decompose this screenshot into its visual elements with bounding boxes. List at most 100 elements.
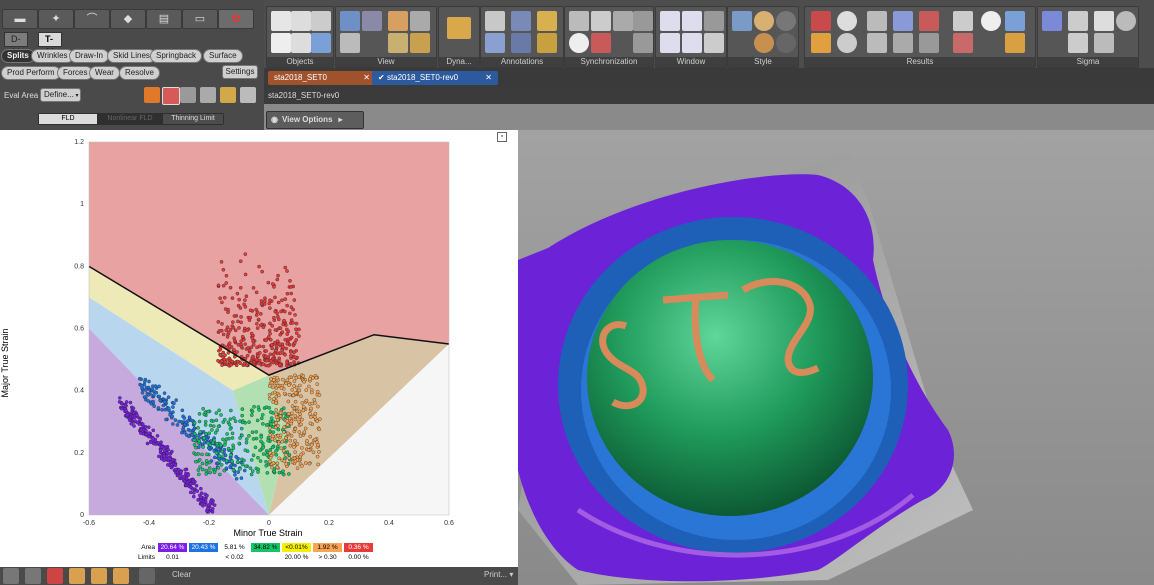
style-icon[interactable] <box>732 11 752 31</box>
view-icon[interactable] <box>388 11 408 31</box>
strain-map-icon[interactable] <box>162 87 180 105</box>
results-icon[interactable] <box>893 33 913 53</box>
window-icon[interactable] <box>660 33 680 53</box>
mode-fld[interactable]: FLD <box>39 114 97 124</box>
object-icon[interactable] <box>291 11 311 31</box>
doc-tab-set0[interactable]: sta2018_SET0 ✕ <box>268 71 376 85</box>
tab-d20[interactable]: D-20 <box>4 32 29 57</box>
results-icon[interactable] <box>919 11 939 31</box>
settings-icon[interactable]: ✿ <box>218 9 254 29</box>
results-icon[interactable] <box>811 11 831 31</box>
measure-icon[interactable] <box>180 87 196 103</box>
results-icon[interactable] <box>953 11 973 31</box>
category-wrinkles[interactable]: Wrinkles <box>31 49 74 63</box>
record-icon[interactable] <box>47 568 63 584</box>
results-icon[interactable] <box>893 11 913 31</box>
link-icon[interactable] <box>633 11 653 31</box>
mode-nonlinear-fld[interactable]: Nonlinear FLD <box>100 114 160 124</box>
eval-area-dropdown[interactable]: Define... ▾ <box>40 88 81 102</box>
sphere-icon[interactable] <box>754 11 774 31</box>
zoom-icon[interactable] <box>3 568 19 584</box>
object-icon[interactable] <box>311 11 331 31</box>
window-icon[interactable] <box>682 11 702 31</box>
annotation-icon[interactable] <box>537 33 557 53</box>
results-icon[interactable] <box>837 33 857 53</box>
doc-tab-set0-rev0[interactable]: ✔ sta2018_SET0-rev0 ✕ <box>372 71 498 85</box>
object-icon[interactable] <box>271 11 291 31</box>
results-icon[interactable] <box>867 33 887 53</box>
window-icon[interactable] <box>704 33 724 53</box>
play-icon[interactable] <box>1094 11 1114 31</box>
category-draw-in[interactable]: Draw-In <box>69 49 110 63</box>
sync-icon[interactable] <box>569 11 589 31</box>
category-splits[interactable]: Splits <box>1 49 35 63</box>
monitor-icon[interactable]: ▭ <box>182 9 218 29</box>
sigma-icon[interactable] <box>1068 33 1088 53</box>
home-icon[interactable]: ▬ <box>2 9 38 29</box>
select-icon[interactable] <box>91 568 107 584</box>
sphere-icon[interactable] <box>754 33 774 53</box>
print-button[interactable]: Print... ▾ <box>484 570 513 579</box>
category-skid-lines[interactable]: Skid Lines <box>107 49 156 63</box>
window-icon[interactable] <box>682 33 702 53</box>
style-icon[interactable] <box>776 11 796 31</box>
clear-button[interactable]: Clear <box>172 570 191 579</box>
diamond-icon[interactable]: ◆ <box>110 9 146 29</box>
3d-viewport[interactable] <box>518 130 1154 585</box>
view-icon[interactable] <box>388 33 408 53</box>
category-wear[interactable]: Wear <box>89 66 120 80</box>
sync-icon[interactable] <box>591 33 611 53</box>
annotation-icon[interactable] <box>511 33 531 53</box>
export-icon[interactable] <box>200 87 216 103</box>
settings-button[interactable]: Settings <box>222 65 258 79</box>
results-icon[interactable] <box>1005 11 1025 31</box>
annotation-icon[interactable] <box>485 33 505 53</box>
annotation-icon[interactable] <box>537 11 557 31</box>
tab-t30[interactable]: T-30 <box>38 32 63 57</box>
view-icon[interactable] <box>410 11 430 31</box>
results-icon[interactable] <box>981 11 1001 31</box>
results-icon[interactable] <box>1005 33 1025 53</box>
wave-icon[interactable]: ⌒ <box>74 9 110 29</box>
view-icon[interactable] <box>410 33 430 53</box>
sync-icon[interactable] <box>613 11 633 31</box>
mode-thinning-limit[interactable]: Thinning Limit <box>163 114 223 124</box>
sync-icon[interactable] <box>591 11 611 31</box>
3d-model[interactable] <box>518 130 1154 585</box>
category-resolve[interactable]: Resolve <box>119 66 160 80</box>
close-icon[interactable]: ✕ <box>363 71 370 85</box>
category-forces[interactable]: Forces <box>57 66 94 80</box>
pick-icon[interactable] <box>69 568 85 584</box>
dyna-icon[interactable] <box>447 17 471 39</box>
view-icon[interactable] <box>340 33 360 53</box>
fld-icon[interactable] <box>144 87 160 103</box>
view-options-button[interactable]: ◉ View Options ▸ <box>266 111 364 129</box>
view-icon[interactable] <box>362 11 382 31</box>
style-icon[interactable] <box>776 33 796 53</box>
object-icon[interactable] <box>271 33 291 53</box>
sigma-icon[interactable] <box>1116 11 1136 31</box>
view-icon[interactable] <box>340 11 360 31</box>
probe-icon[interactable] <box>220 87 236 103</box>
table-icon[interactable]: ▤ <box>146 9 182 29</box>
annotation-icon[interactable] <box>485 11 505 31</box>
filter-icon[interactable] <box>240 87 256 103</box>
tools-icon[interactable]: ✦ <box>38 9 74 29</box>
brush-icon[interactable] <box>113 568 129 584</box>
annotation-icon[interactable] <box>511 11 531 31</box>
category-prod-perform[interactable]: Prod Perform <box>1 66 61 80</box>
results-icon[interactable] <box>811 33 831 53</box>
object-icon[interactable] <box>291 33 311 53</box>
clear-icon[interactable] <box>139 568 155 584</box>
results-icon[interactable] <box>837 11 857 31</box>
fld-chart[interactable]: -0.6 -0.4 -0.2 0 0.2 0.4 0.600.20.40.60.811.2 … <box>0 130 518 567</box>
pan-icon[interactable] <box>25 568 41 584</box>
results-icon[interactable] <box>953 33 973 53</box>
window-icon[interactable] <box>704 11 724 31</box>
results-icon[interactable] <box>867 11 887 31</box>
category-surface[interactable]: Surface <box>203 49 243 63</box>
sigma-icon[interactable] <box>1094 33 1114 53</box>
clock-icon[interactable] <box>569 33 589 53</box>
results-icon[interactable] <box>919 33 939 53</box>
object-icon[interactable] <box>311 33 331 53</box>
